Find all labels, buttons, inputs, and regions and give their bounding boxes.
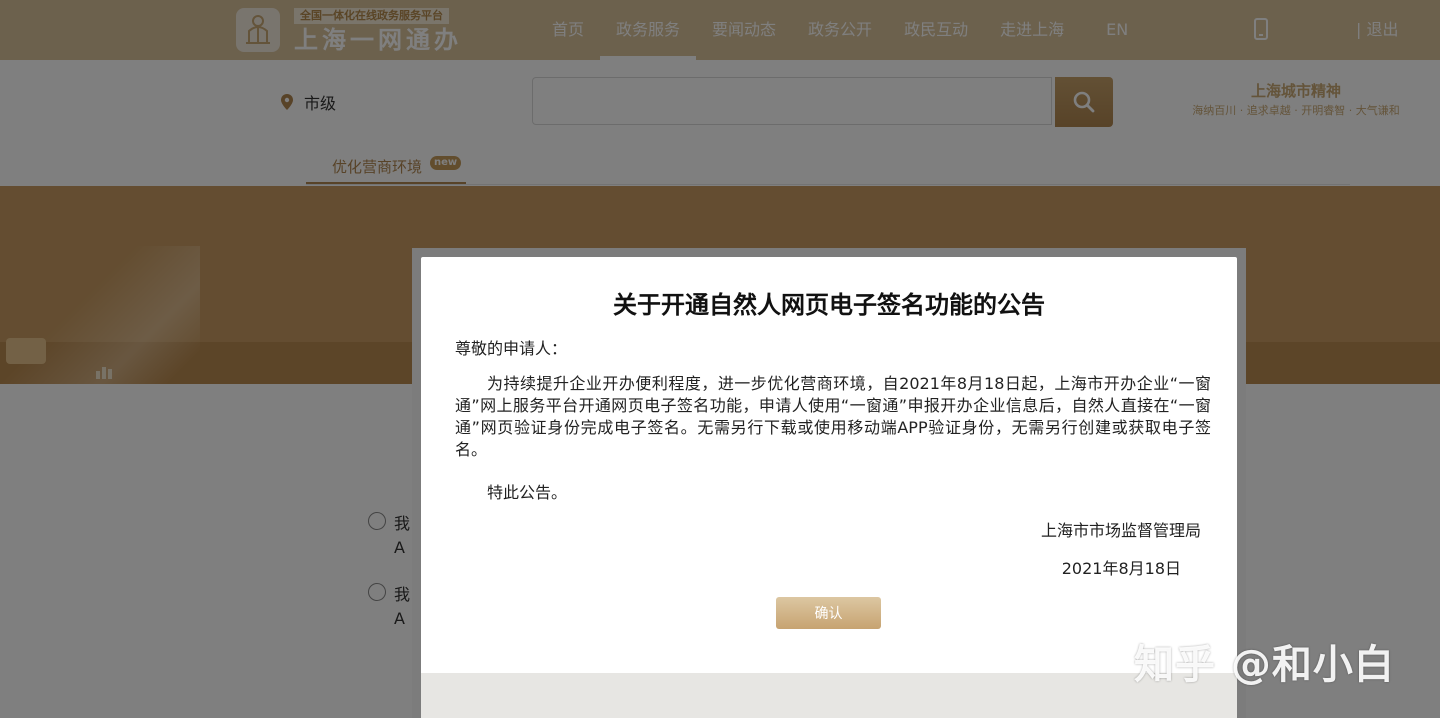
confirm-button[interactable]: 确认 [776, 597, 881, 629]
dialog-body: 为持续提升企业开办便利程度，进一步优化营商环境，自2021年8月18日起，上海市… [455, 374, 1211, 459]
dialog-greeting: 尊敬的申请人： [455, 339, 568, 358]
dialog-footer [421, 673, 1237, 718]
announcement-dialog: 关于开通自然人网页电子签名功能的公告 尊敬的申请人： 为持续提升企业开办便利程度… [421, 257, 1237, 718]
zhihu-watermark: 知乎 @和小白 [1134, 642, 1395, 688]
dialog-title: 关于开通自然人网页电子签名功能的公告 [613, 291, 1045, 319]
dialog-date: 2021年8月18日 [1061, 559, 1181, 578]
dialog-organization: 上海市市场监督管理局 [1040, 521, 1201, 540]
dialog-notice: 特此公告。 [487, 483, 568, 502]
